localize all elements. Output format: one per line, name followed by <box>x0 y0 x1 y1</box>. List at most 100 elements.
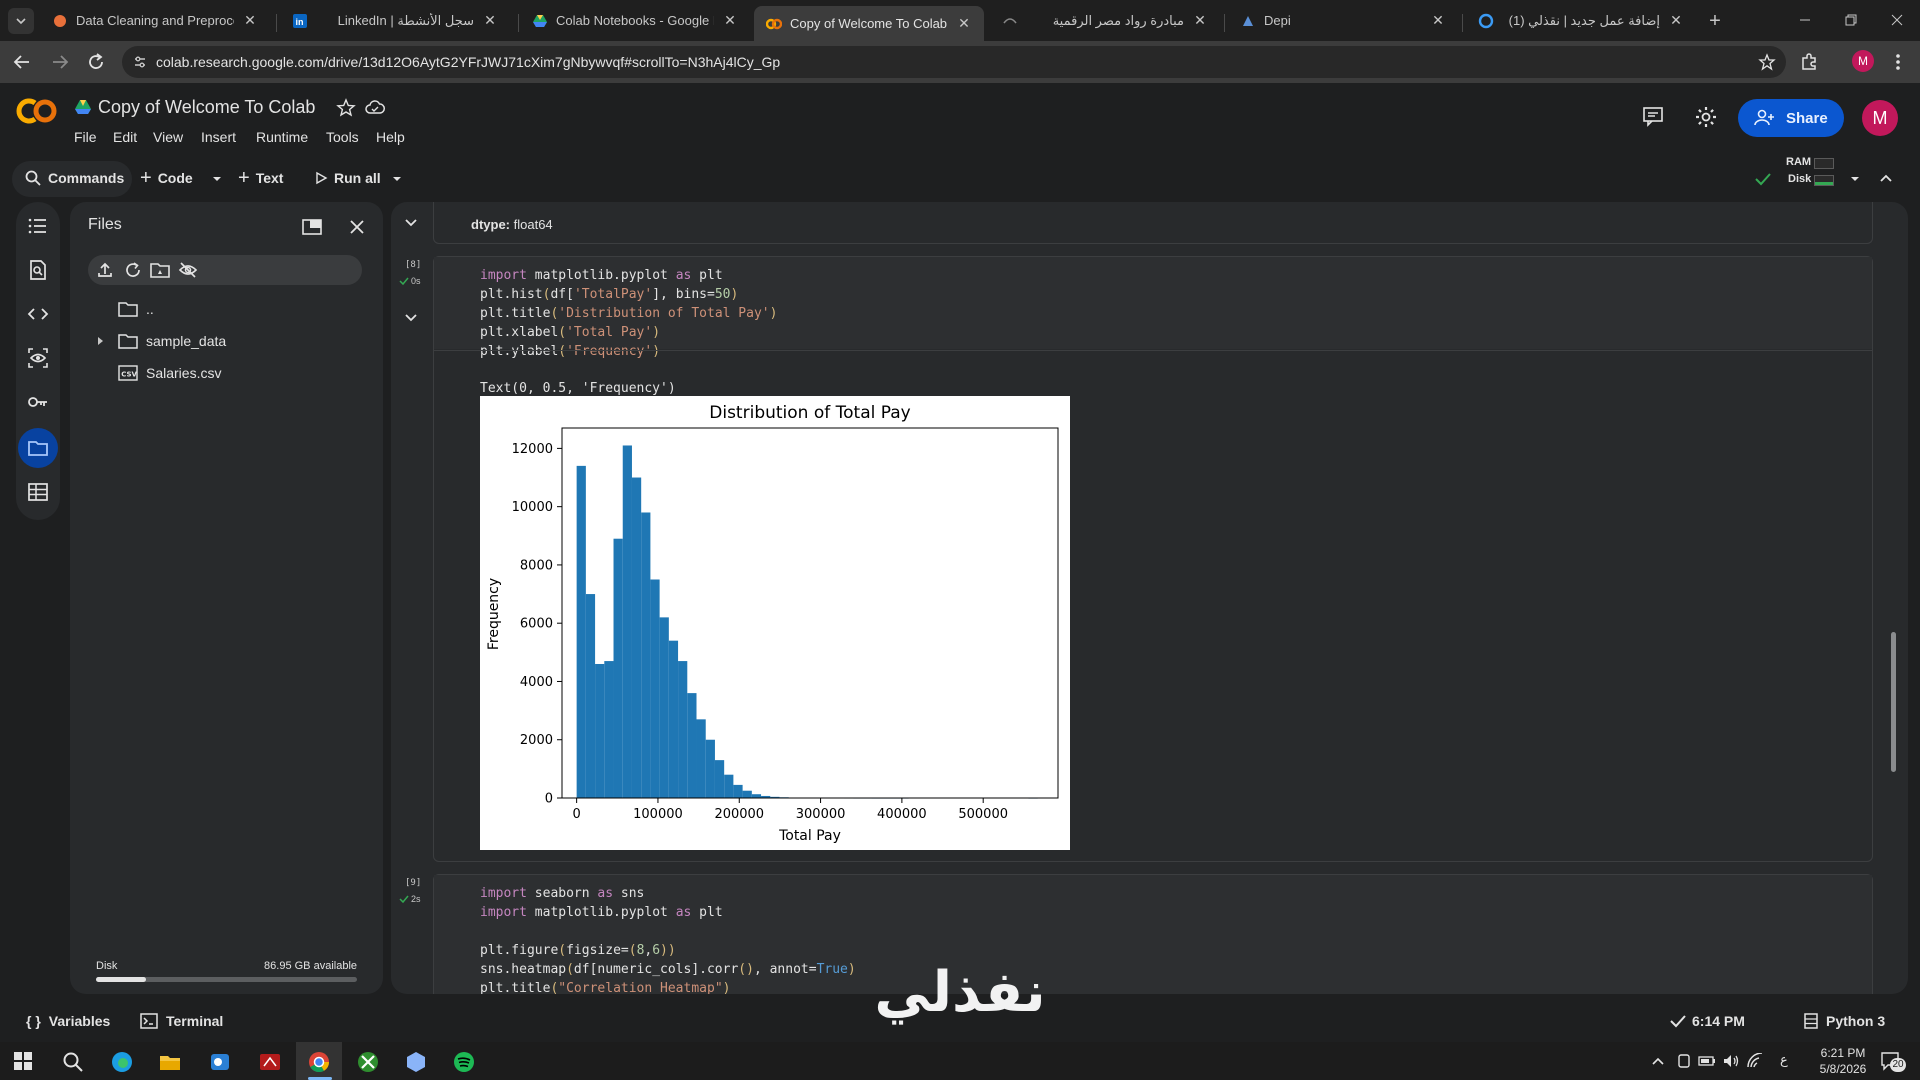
connected-status[interactable] <box>1754 171 1772 187</box>
forward-button[interactable] <box>48 50 72 74</box>
table-of-contents-button[interactable] <box>24 212 52 240</box>
notebook-title[interactable]: Copy of Welcome To Colab <box>98 97 315 118</box>
notification-center-button[interactable]: 20 <box>1880 1050 1906 1072</box>
open-in-tab-button[interactable] <box>302 218 322 236</box>
menu-runtime[interactable]: Runtime <box>256 129 308 145</box>
show-hidden-icons-button[interactable] <box>1650 1053 1666 1069</box>
browser-tab-3-active[interactable]: Copy of Welcome To Colab - C ✕ <box>754 6 984 41</box>
browser-profile-avatar[interactable]: M <box>1852 50 1874 72</box>
tray-network[interactable] <box>1746 1053 1764 1069</box>
menu-file[interactable]: File <box>74 129 97 145</box>
terminal-button[interactable]: Terminal <box>140 1013 223 1029</box>
collapse-header-button[interactable] <box>1878 170 1894 186</box>
close-tab-icon[interactable]: ✕ <box>722 12 738 29</box>
close-tab-icon[interactable]: ✕ <box>1430 12 1446 29</box>
comments-button[interactable] <box>1642 105 1664 127</box>
run-all-dropdown-button[interactable] <box>390 172 404 186</box>
code-snippets-button[interactable] <box>24 300 52 328</box>
browser-tab-4[interactable]: مبادرة رواد مصر الرقمية ✕ <box>990 6 1220 35</box>
close-window-button[interactable] <box>1880 10 1914 30</box>
find-replace-button[interactable] <box>24 256 52 284</box>
secrets-button[interactable] <box>24 388 52 416</box>
taskbar-xbox[interactable] <box>356 1050 380 1074</box>
refresh-files-button[interactable] <box>124 261 142 279</box>
close-tab-icon[interactable]: ✕ <box>1668 12 1684 29</box>
files-button[interactable] <box>24 434 52 462</box>
close-files-panel-button[interactable] <box>348 218 366 236</box>
colab-logo[interactable] <box>16 97 58 125</box>
reload-button[interactable] <box>84 50 108 74</box>
star-notebook-button[interactable] <box>336 98 356 118</box>
data-table-button[interactable] <box>24 478 52 506</box>
browser-tab-6[interactable]: (1) إضافة عمل جديد | نقذلي ✕ <box>1466 6 1696 35</box>
bookmark-star-icon[interactable] <box>1758 53 1776 71</box>
collapse-output-button[interactable] <box>403 215 419 231</box>
taskbar-app-red[interactable] <box>258 1050 282 1074</box>
run-all-button[interactable]: Run all <box>314 160 381 196</box>
tab-search-button[interactable] <box>8 8 34 34</box>
tray-icon-1[interactable] <box>1676 1053 1692 1069</box>
code-text-8[interactable]: import matplotlib.pyplot as plt plt.hist… <box>480 266 777 361</box>
browser-tab-1[interactable]: in LinkedIn | سجل الأنشطة ✕ <box>280 6 510 35</box>
taskbar-chrome[interactable] <box>307 1050 331 1074</box>
share-button[interactable]: Share <box>1738 99 1844 137</box>
browser-tab-0[interactable]: Data Cleaning and Preprocessin ✕ <box>40 6 270 35</box>
variables-inspector-button[interactable] <box>24 344 52 372</box>
taskbar-file-explorer[interactable] <box>158 1050 182 1074</box>
code-dropdown-button[interactable] <box>210 172 224 186</box>
menu-view[interactable]: View <box>153 129 183 145</box>
notebook-scrollbar[interactable] <box>1891 632 1896 772</box>
collapse-output-button[interactable] <box>403 310 419 326</box>
back-button[interactable] <box>10 50 34 74</box>
menu-help[interactable]: Help <box>376 129 405 145</box>
file-tree-item-csv[interactable]: CSV Salaries.csv <box>118 362 221 384</box>
taskbar-clock[interactable]: 6:21 PM 5/8/2026 <box>1800 1045 1886 1077</box>
exec-count-9: [9] <box>405 878 422 888</box>
runtime-type-button[interactable]: Python 3 <box>1804 1013 1885 1029</box>
extensions-button[interactable] <box>1798 50 1822 74</box>
file-tree-item-folder[interactable]: sample_data <box>94 330 226 352</box>
toggle-hidden-files-button[interactable] <box>178 261 198 279</box>
taskbar-search-button[interactable] <box>62 1051 84 1073</box>
menu-edit[interactable]: Edit <box>113 129 137 145</box>
close-tab-icon[interactable]: ✕ <box>242 12 258 29</box>
mount-drive-button[interactable] <box>150 261 170 279</box>
resources-dropdown-button[interactable] <box>1848 172 1862 186</box>
restore-window-button[interactable] <box>1834 10 1868 30</box>
caret-right-icon[interactable] <box>94 335 106 347</box>
site-info-icon[interactable] <box>132 54 148 70</box>
tab-label: مبادرة رواد مصر الرقمية <box>1052 12 1184 28</box>
start-button[interactable] <box>14 1052 32 1070</box>
menu-insert[interactable]: Insert <box>201 129 236 145</box>
browser-menu-button[interactable] <box>1888 50 1908 74</box>
new-tab-button[interactable]: + <box>1702 8 1728 34</box>
close-tab-icon[interactable]: ✕ <box>482 12 498 29</box>
tray-battery[interactable] <box>1698 1053 1716 1069</box>
account-avatar[interactable]: M <box>1862 100 1898 136</box>
menu-tools[interactable]: Tools <box>326 129 359 145</box>
taskbar-edge[interactable] <box>110 1050 134 1074</box>
commands-button[interactable]: Commands <box>24 160 124 196</box>
taskbar-spotify[interactable] <box>452 1050 476 1074</box>
variables-button[interactable]: { } Variables <box>26 1013 110 1029</box>
last-run-status[interactable]: 6:14 PM <box>1670 1013 1745 1029</box>
add-code-button[interactable]: + Code <box>140 160 193 196</box>
tray-volume[interactable] <box>1722 1053 1740 1069</box>
minimize-window-button[interactable] <box>1788 10 1822 30</box>
add-text-button[interactable]: + Text <box>238 160 283 196</box>
address-bar[interactable]: colab.research.google.com/drive/13d12O6A… <box>122 46 1786 78</box>
code-text-9[interactable]: import seaborn as sns import matplotlib.… <box>480 884 856 994</box>
close-tab-icon[interactable]: ✕ <box>956 15 972 32</box>
browser-tab-5[interactable]: Depi ✕ <box>1228 6 1458 35</box>
close-tab-icon[interactable]: ✕ <box>1192 12 1208 29</box>
settings-button[interactable] <box>1694 105 1718 129</box>
taskbar-outlook[interactable] <box>208 1050 232 1074</box>
ram-meter[interactable] <box>1814 158 1834 169</box>
cloud-save-status[interactable] <box>364 98 386 118</box>
taskbar-app-hex[interactable] <box>404 1050 428 1074</box>
input-language[interactable]: ع <box>1780 1052 1788 1068</box>
upload-file-button[interactable] <box>96 261 114 279</box>
browser-tab-2[interactable]: Colab Notebooks - Google Dri ✕ <box>520 6 750 35</box>
file-tree-item-parent[interactable]: .. <box>118 298 154 320</box>
disk-meter[interactable] <box>1814 175 1834 186</box>
